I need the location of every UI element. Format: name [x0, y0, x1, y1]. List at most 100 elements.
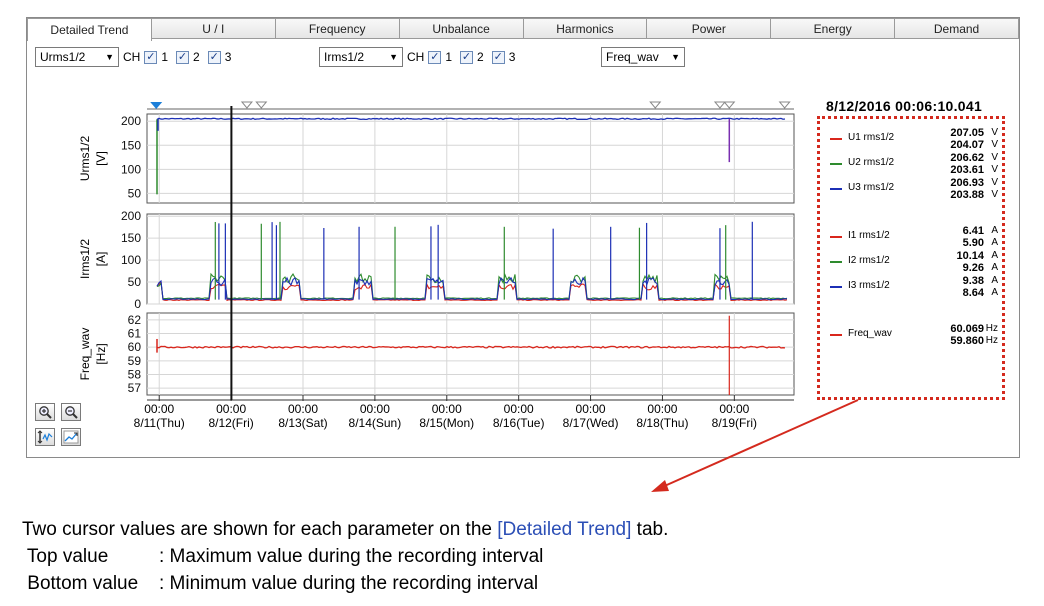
x-tick-time: 00:00: [360, 402, 390, 416]
vertical-scale-button[interactable]: [35, 428, 55, 446]
legend-row-u3: U3 rms1/2 206.93 203.88 VV: [830, 177, 998, 207]
caption-line-2: Top value : Maximum value during the reco…: [22, 543, 668, 570]
x-tick-time: 00:00: [719, 402, 749, 416]
caption-term: Top value: [22, 546, 109, 567]
auto-scale-button[interactable]: [61, 428, 81, 446]
y-tick-label: 150: [121, 138, 141, 152]
event-marker-icon: [723, 101, 736, 109]
auto-scale-icon: [63, 430, 79, 444]
vertical-scale-icon: [37, 430, 53, 444]
unit: A: [991, 250, 998, 261]
legend-units: VV: [991, 177, 998, 201]
legend-swatch: [830, 286, 842, 288]
unit: A: [991, 287, 998, 298]
legend-values: 10.14 9.26: [956, 250, 984, 274]
x-tick-time: 00:00: [288, 402, 318, 416]
y-axis-unit: [A]: [94, 252, 108, 267]
unit: Hz: [985, 335, 998, 346]
event-marker-icon: [240, 101, 253, 109]
y-tick-label: 150: [121, 231, 141, 245]
event-marker-icon: [778, 101, 791, 109]
zoom-out-button[interactable]: [61, 403, 81, 421]
caption-definition: : Maximum value during the recording int…: [159, 546, 544, 567]
unit: V: [991, 164, 998, 175]
legend-units: VV: [991, 152, 998, 176]
caption-line-1: Two cursor values are shown for each par…: [22, 516, 668, 543]
unit: V: [991, 139, 998, 150]
x-tick-time: 00:00: [432, 402, 462, 416]
zoom-in-button[interactable]: [35, 403, 55, 421]
x-tick-date: 8/16(Tue): [493, 416, 545, 430]
legend-values: 60.069 59.860: [950, 323, 984, 347]
legend-values: 207.05 204.07: [950, 127, 984, 151]
y-axis-unit: [V]: [94, 151, 108, 166]
x-tick-date: 8/11(Thu): [134, 416, 185, 430]
legend-name: U1 rms1/2: [848, 132, 895, 143]
min-value: 203.61: [950, 164, 984, 176]
y-tick-label: 58: [128, 368, 142, 382]
plot-panel-frame: [146, 312, 795, 396]
min-value: 59.860: [950, 335, 984, 347]
x-tick-date: 8/19(Fri): [712, 416, 757, 430]
legend-swatch: [830, 138, 842, 140]
y-axis-label: Freq_wav: [78, 328, 92, 381]
x-tick-time: 00:00: [576, 402, 606, 416]
zoom-in-icon: [39, 406, 52, 419]
unit: A: [991, 262, 998, 273]
legend-row-i3: I3 rms1/2 9.38 8.64 AA: [830, 275, 998, 305]
max-value: 206.62: [950, 152, 984, 164]
legend-values: 6.41 5.90: [963, 225, 984, 249]
y-tick-label: 60: [128, 340, 142, 354]
y-tick-label: 100: [121, 253, 141, 267]
start-marker-icon: [150, 102, 163, 109]
caption-tab-reference: [Detailed Trend]: [497, 519, 632, 540]
legend-units: Hz Hz: [986, 323, 998, 347]
legend-units: AA: [991, 250, 998, 274]
legend-units: VV: [991, 127, 998, 151]
x-tick-date: 8/17(Wed): [563, 416, 619, 430]
min-value: 8.64: [962, 287, 984, 299]
legend-swatch: [830, 334, 842, 336]
legend-name: I2 rms1/2: [848, 255, 890, 266]
plot-panel-frame: [146, 113, 795, 204]
y-tick-label: 62: [128, 313, 142, 327]
event-marker-icon: [649, 101, 662, 109]
caption: Two cursor values are shown for each par…: [22, 516, 668, 597]
unit: V: [991, 177, 998, 188]
unit: V: [991, 152, 998, 163]
plot-panel-frame: [146, 213, 795, 305]
legend-units: AA: [991, 225, 998, 249]
min-value: 204.07: [950, 139, 984, 151]
max-value: 9.38: [962, 275, 984, 287]
caption-definition: : Minimum value during the recording int…: [159, 573, 539, 594]
max-value: 207.05: [950, 127, 984, 139]
y-tick-label: 59: [128, 354, 142, 368]
caption-term: Bottom value: [22, 573, 139, 594]
legend-values: 206.62 203.61: [950, 152, 984, 176]
unit: A: [991, 237, 998, 248]
x-tick-date: 8/14(Sun): [349, 416, 402, 430]
legend-name: Freq_wav: [848, 328, 892, 339]
event-marker-icon: [713, 101, 727, 109]
min-value: 203.88: [950, 189, 984, 201]
caption-text: Two cursor values are shown for each par…: [22, 519, 498, 540]
x-tick-date: 8/15(Mon): [419, 416, 474, 430]
legend-swatch: [830, 236, 842, 238]
legend-name: U3 rms1/2: [848, 182, 895, 193]
y-tick-label: 57: [128, 381, 142, 395]
y-tick-label: 50: [128, 186, 142, 200]
y-axis-label: Urms1/2: [78, 136, 92, 182]
min-value: 5.90: [962, 237, 984, 249]
unit: V: [991, 189, 998, 200]
y-tick-label: 50: [128, 275, 142, 289]
max-value: 10.14: [956, 250, 984, 262]
y-axis-unit: [Hz]: [94, 343, 108, 364]
cursor-values-highlight: U1 rms1/2 207.05 204.07 VV U2 rms1/2 206.…: [817, 116, 1005, 400]
legend-values: 9.38 8.64: [963, 275, 984, 299]
voltage-series-line: [156, 117, 786, 121]
legend-values: 206.93 203.88: [950, 177, 984, 201]
y-tick-label: 200: [121, 209, 141, 223]
y-tick-label: 0: [134, 297, 141, 311]
y-axis-label: Irms1/2: [78, 239, 92, 279]
legend-row-freq: Freq_wav 60.069 59.860 Hz Hz: [830, 323, 998, 353]
